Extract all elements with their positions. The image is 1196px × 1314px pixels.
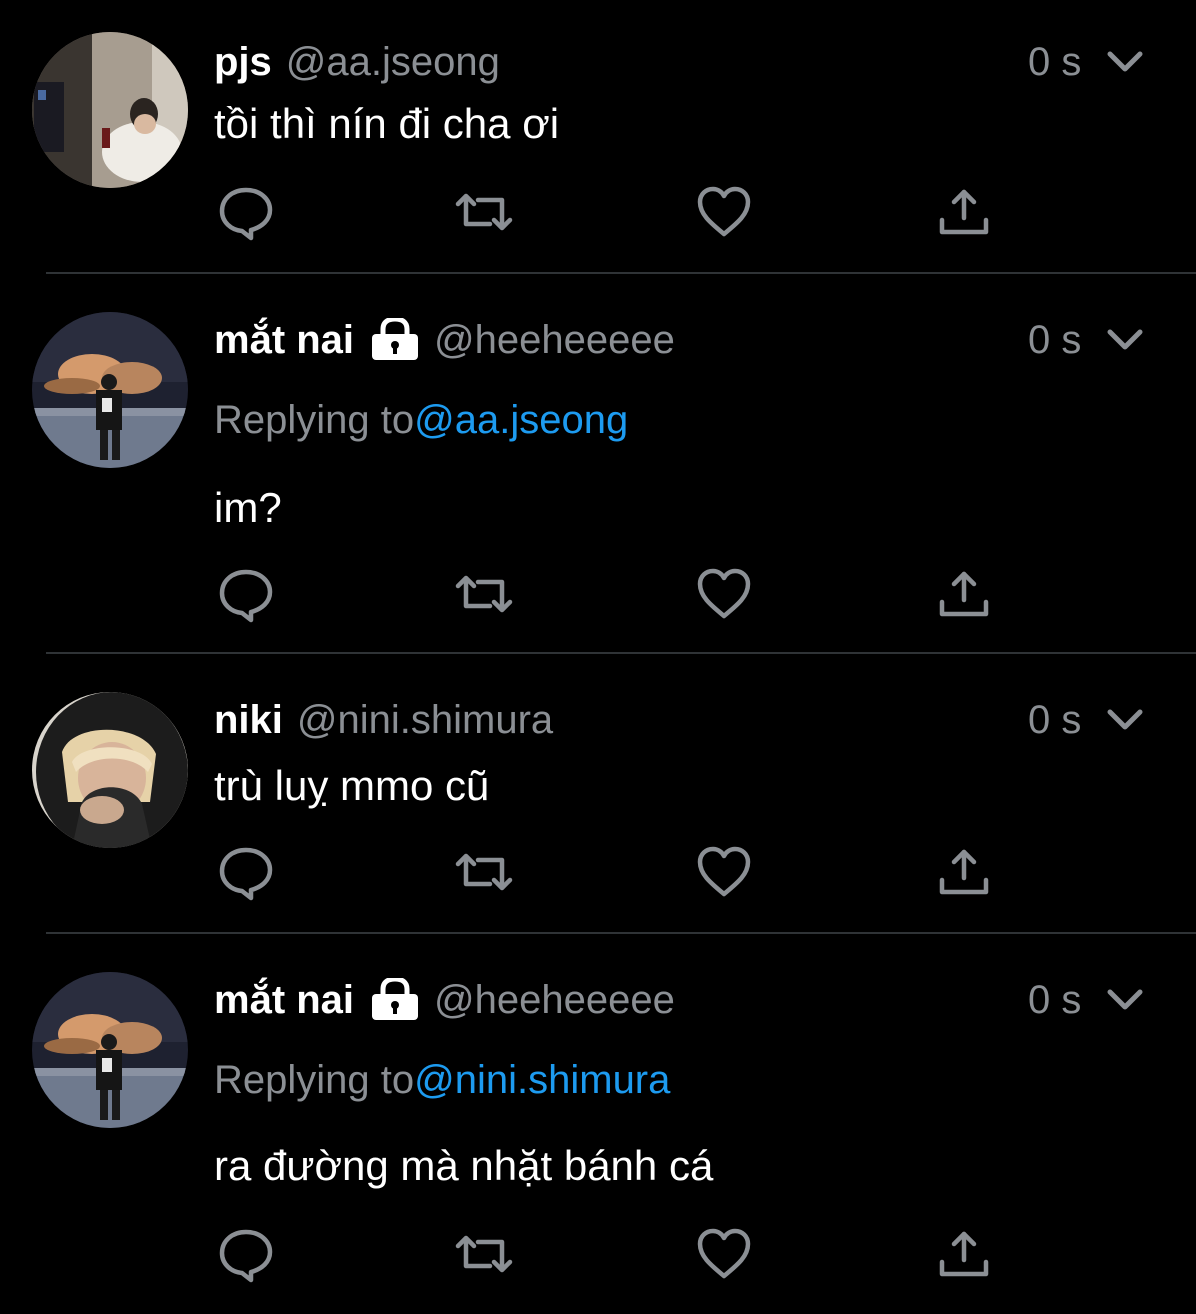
reply-icon[interactable] — [216, 842, 276, 902]
tweet-actions — [0, 842, 1196, 902]
user-handle[interactable]: @aa.jseong — [286, 40, 500, 85]
tweet-header: mắt nai @heeheeeee — [214, 316, 675, 364]
display-name[interactable]: niki — [214, 698, 283, 743]
reply-mention-link[interactable]: @aa.jseong — [414, 398, 628, 442]
like-icon[interactable] — [694, 564, 754, 624]
share-icon[interactable] — [934, 182, 994, 242]
replying-to: Replying to@aa.jseong — [214, 398, 628, 443]
retweet-icon[interactable] — [454, 182, 514, 242]
avatar[interactable] — [32, 972, 188, 1128]
display-name[interactable]: mắt nai — [214, 318, 354, 363]
tweet-actions — [0, 564, 1196, 624]
tweet-text: ra đường mà nhặt bánh cá — [214, 1142, 714, 1189]
tweet[interactable]: mắt nai @heeheeeee 0 s Replying to@aa.js… — [0, 274, 1196, 654]
user-handle[interactable]: @heeheeeee — [434, 318, 675, 363]
retweet-icon[interactable] — [454, 1224, 514, 1284]
user-handle[interactable]: @heeheeeee — [434, 978, 675, 1023]
chevron-down-icon[interactable] — [1104, 696, 1146, 744]
avatar[interactable] — [32, 312, 188, 468]
like-icon[interactable] — [694, 1224, 754, 1284]
tweet-header: niki @nini.shimura — [214, 696, 553, 744]
reply-icon[interactable] — [216, 182, 276, 242]
reply-mention-link[interactable]: @nini.shimura — [414, 1058, 670, 1102]
avatar[interactable] — [32, 692, 188, 848]
user-handle[interactable]: @nini.shimura — [297, 698, 553, 743]
timestamp[interactable]: 0 s — [1028, 976, 1081, 1024]
chevron-down-icon[interactable] — [1104, 38, 1146, 86]
lock-icon — [370, 316, 420, 362]
reply-icon[interactable] — [216, 564, 276, 624]
display-name[interactable]: pjs — [214, 40, 272, 85]
tweet-actions — [0, 1224, 1196, 1284]
replying-to-label: Replying to — [214, 1058, 415, 1102]
tweet[interactable]: niki @nini.shimura 0 s trù luỵ mmo cũ — [0, 654, 1196, 934]
tweet-actions — [0, 182, 1196, 242]
timestamp[interactable]: 0 s — [1028, 38, 1081, 86]
reply-icon[interactable] — [216, 1224, 276, 1284]
tweet-header: mắt nai @heeheeeee — [214, 976, 675, 1024]
display-name[interactable]: mắt nai — [214, 978, 354, 1023]
chevron-down-icon[interactable] — [1104, 316, 1146, 364]
like-icon[interactable] — [694, 182, 754, 242]
share-icon[interactable] — [934, 842, 994, 902]
tweet-text: tồi thì nín đi cha ơi — [214, 100, 560, 147]
tweet[interactable]: pjs @aa.jseong 0 s tồi thì nín đi cha ơi — [0, 0, 1196, 274]
tweet[interactable]: mắt nai @heeheeeee 0 s Replying to@nini.… — [0, 934, 1196, 1314]
replying-to: Replying to@nini.shimura — [214, 1058, 670, 1103]
tweet-header: pjs @aa.jseong — [214, 38, 500, 86]
timeline: pjs @aa.jseong 0 s tồi thì nín đi cha ơi — [0, 0, 1196, 1314]
share-icon[interactable] — [934, 564, 994, 624]
retweet-icon[interactable] — [454, 564, 514, 624]
like-icon[interactable] — [694, 842, 754, 902]
tweet-text: trù luỵ mmo cũ — [214, 762, 490, 809]
tweet-text: im? — [214, 484, 282, 531]
timestamp[interactable]: 0 s — [1028, 696, 1081, 744]
share-icon[interactable] — [934, 1224, 994, 1284]
lock-icon — [370, 976, 420, 1022]
timestamp[interactable]: 0 s — [1028, 316, 1081, 364]
chevron-down-icon[interactable] — [1104, 976, 1146, 1024]
avatar[interactable] — [32, 32, 188, 188]
replying-to-label: Replying to — [214, 398, 415, 442]
retweet-icon[interactable] — [454, 842, 514, 902]
